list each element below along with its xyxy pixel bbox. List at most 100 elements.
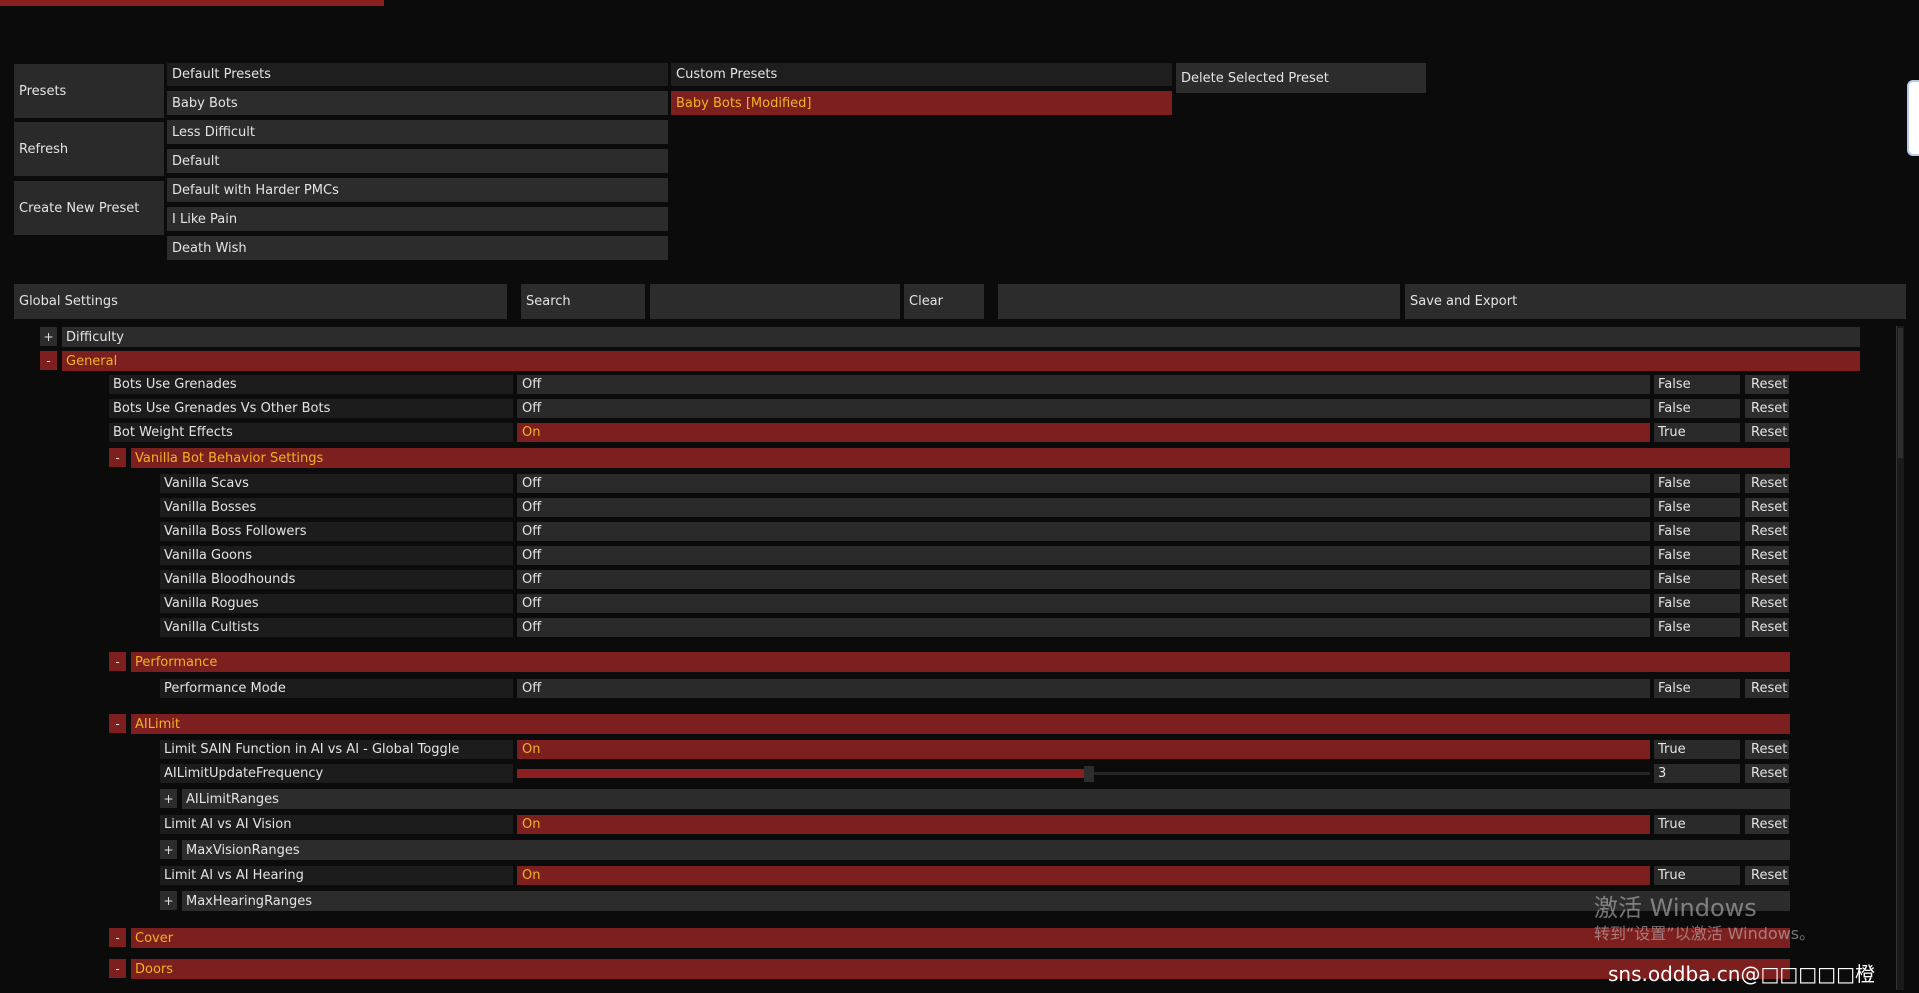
setting-toggle-limit-ai-hearing[interactable]: On [517, 866, 1650, 885]
reset-button-vanilla-boss-followers[interactable]: Reset [1745, 522, 1789, 541]
setting-value-ailimit-update-frequency[interactable]: 3 [1654, 764, 1740, 783]
setting-value-vanilla-goons[interactable]: False [1654, 546, 1740, 565]
setting-toggle-limit-ai-vision[interactable]: On [517, 815, 1650, 834]
setting-toggle-vanilla-boss-followers[interactable]: Off [517, 522, 1650, 541]
category-ailimit[interactable]: AILimit [131, 714, 1790, 734]
refresh-button[interactable]: Refresh [14, 122, 164, 176]
presets-button[interactable]: Presets [14, 64, 164, 118]
settings-scrollbar[interactable] [1896, 326, 1904, 990]
setting-label-limit-sain-global: Limit SAIN Function in AI vs AI - Global… [160, 740, 513, 759]
setting-value-vanilla-bosses[interactable]: False [1654, 498, 1740, 517]
category-ailimitranges[interactable]: AILimitRanges [182, 789, 1790, 809]
category-difficulty[interactable]: Difficulty [62, 327, 1860, 347]
create-new-preset-button[interactable]: Create New Preset [14, 181, 164, 235]
setting-value-bot-weight-effects[interactable]: True [1654, 423, 1740, 442]
custom-presets-header: Custom Presets [671, 63, 1172, 86]
slider-fill [517, 769, 1084, 778]
maxvisionranges-expand-toggle[interactable]: + [160, 840, 177, 859]
setting-toggle-vanilla-goons[interactable]: Off [517, 546, 1650, 565]
slider-ailimit-update-frequency[interactable] [517, 764, 1650, 783]
setting-label-vanilla-scavs: Vanilla Scavs [160, 474, 513, 493]
top-progress-strip [0, 0, 384, 6]
reset-button-vanilla-scavs[interactable]: Reset [1745, 474, 1789, 493]
setting-label-vanilla-cultists: Vanilla Cultists [160, 618, 513, 637]
slider-handle[interactable] [1084, 766, 1094, 782]
default-preset-i-like-pain[interactable]: I Like Pain [167, 207, 668, 231]
default-preset-less-difficult[interactable]: Less Difficult [167, 120, 668, 144]
clear-button[interactable]: Clear [904, 284, 984, 319]
setting-label-vanilla-goons: Vanilla Goons [160, 546, 513, 565]
general-collapse-toggle[interactable]: - [40, 351, 57, 370]
setting-toggle-bots-use-grenades[interactable]: Off [517, 375, 1650, 394]
ailimitranges-expand-toggle[interactable]: + [160, 789, 177, 808]
search-input[interactable] [650, 284, 900, 319]
setting-value-bots-use-grenades-vs-bots[interactable]: False [1654, 399, 1740, 418]
scroll-handle[interactable] [1907, 80, 1919, 156]
category-maxvisionranges[interactable]: MaxVisionRanges [182, 840, 1790, 860]
setting-value-vanilla-cultists[interactable]: False [1654, 618, 1740, 637]
setting-value-performance-mode[interactable]: False [1654, 679, 1740, 698]
performance-collapse-toggle[interactable]: - [109, 652, 126, 671]
difficulty-expand-toggle[interactable]: + [40, 327, 57, 346]
reset-button-vanilla-bosses[interactable]: Reset [1745, 498, 1789, 517]
reset-button-vanilla-goons[interactable]: Reset [1745, 546, 1789, 565]
vanilla-collapse-toggle[interactable]: - [109, 448, 126, 467]
setting-toggle-performance-mode[interactable]: Off [517, 679, 1650, 698]
setting-label-bots-use-grenades: Bots Use Grenades [109, 375, 513, 394]
reset-button-limit-ai-hearing[interactable]: Reset [1745, 866, 1789, 885]
setting-toggle-vanilla-scavs[interactable]: Off [517, 474, 1650, 493]
reset-button-bot-weight-effects[interactable]: Reset [1745, 423, 1789, 442]
setting-toggle-bots-use-grenades-vs-bots[interactable]: Off [517, 399, 1650, 418]
setting-label-performance-mode: Performance Mode [160, 679, 513, 698]
settings-scrollbar-thumb[interactable] [1898, 328, 1903, 458]
setting-toggle-vanilla-cultists[interactable]: Off [517, 618, 1650, 637]
delete-selected-preset-button[interactable]: Delete Selected Preset [1176, 63, 1426, 93]
doors-collapse-toggle[interactable]: - [109, 959, 126, 978]
category-cover[interactable]: Cover [131, 928, 1790, 948]
setting-value-limit-sain-global[interactable]: True [1654, 740, 1740, 759]
category-performance[interactable]: Performance [131, 652, 1790, 672]
default-preset-death-wish[interactable]: Death Wish [167, 236, 668, 260]
setting-toggle-vanilla-rogues[interactable]: Off [517, 594, 1650, 613]
reset-button-performance-mode[interactable]: Reset [1745, 679, 1789, 698]
setting-value-limit-ai-vision[interactable]: True [1654, 815, 1740, 834]
reset-button-limit-ai-vision[interactable]: Reset [1745, 815, 1789, 834]
setting-label-vanilla-rogues: Vanilla Rogues [160, 594, 513, 613]
reset-button-bots-use-grenades-vs-bots[interactable]: Reset [1745, 399, 1789, 418]
setting-value-bots-use-grenades[interactable]: False [1654, 375, 1740, 394]
category-vanilla-bot-behavior[interactable]: Vanilla Bot Behavior Settings [131, 448, 1790, 468]
reset-button-vanilla-bloodhounds[interactable]: Reset [1745, 570, 1789, 589]
default-preset-harder-pmcs[interactable]: Default with Harder PMCs [167, 178, 668, 202]
cover-collapse-toggle[interactable]: - [109, 928, 126, 947]
custom-preset-selected[interactable]: Baby Bots [Modified] [671, 91, 1172, 115]
ailimit-collapse-toggle[interactable]: - [109, 714, 126, 733]
category-doors[interactable]: Doors [131, 959, 1790, 979]
reset-button-limit-sain-global[interactable]: Reset [1745, 740, 1789, 759]
reset-button-vanilla-cultists[interactable]: Reset [1745, 618, 1789, 637]
setting-toggle-bot-weight-effects[interactable]: On [517, 423, 1650, 442]
category-general[interactable]: General [62, 351, 1860, 371]
setting-toggle-vanilla-bloodhounds[interactable]: Off [517, 570, 1650, 589]
default-preset-baby-bots[interactable]: Baby Bots [167, 91, 668, 115]
setting-value-vanilla-bloodhounds[interactable]: False [1654, 570, 1740, 589]
default-presets-header: Default Presets [167, 63, 668, 86]
site-watermark: sns.oddba.cn@□□□□□橙□□□□□□□□ [1608, 962, 1875, 993]
setting-label-vanilla-bloodhounds: Vanilla Bloodhounds [160, 570, 513, 589]
toolbar-spacer-field [998, 284, 1400, 319]
maxhearingranges-expand-toggle[interactable]: + [160, 891, 177, 910]
save-and-export-button[interactable]: Save and Export [1405, 284, 1906, 319]
global-settings-tab[interactable]: Global Settings [14, 284, 507, 319]
setting-value-vanilla-boss-followers[interactable]: False [1654, 522, 1740, 541]
setting-toggle-vanilla-bosses[interactable]: Off [517, 498, 1650, 517]
setting-value-limit-ai-hearing[interactable]: True [1654, 866, 1740, 885]
setting-toggle-limit-sain-global[interactable]: On [517, 740, 1650, 759]
setting-label-ailimit-update-frequency: AILimitUpdateFrequency [160, 764, 513, 783]
reset-button-vanilla-rogues[interactable]: Reset [1745, 594, 1789, 613]
setting-value-vanilla-rogues[interactable]: False [1654, 594, 1740, 613]
reset-button-ailimit-update-frequency[interactable]: Reset [1745, 764, 1789, 783]
setting-label-limit-ai-vision: Limit AI vs AI Vision [160, 815, 513, 834]
default-preset-default[interactable]: Default [167, 149, 668, 173]
setting-value-vanilla-scavs[interactable]: False [1654, 474, 1740, 493]
category-maxhearingranges[interactable]: MaxHearingRanges [182, 891, 1790, 911]
reset-button-bots-use-grenades[interactable]: Reset [1745, 375, 1789, 394]
